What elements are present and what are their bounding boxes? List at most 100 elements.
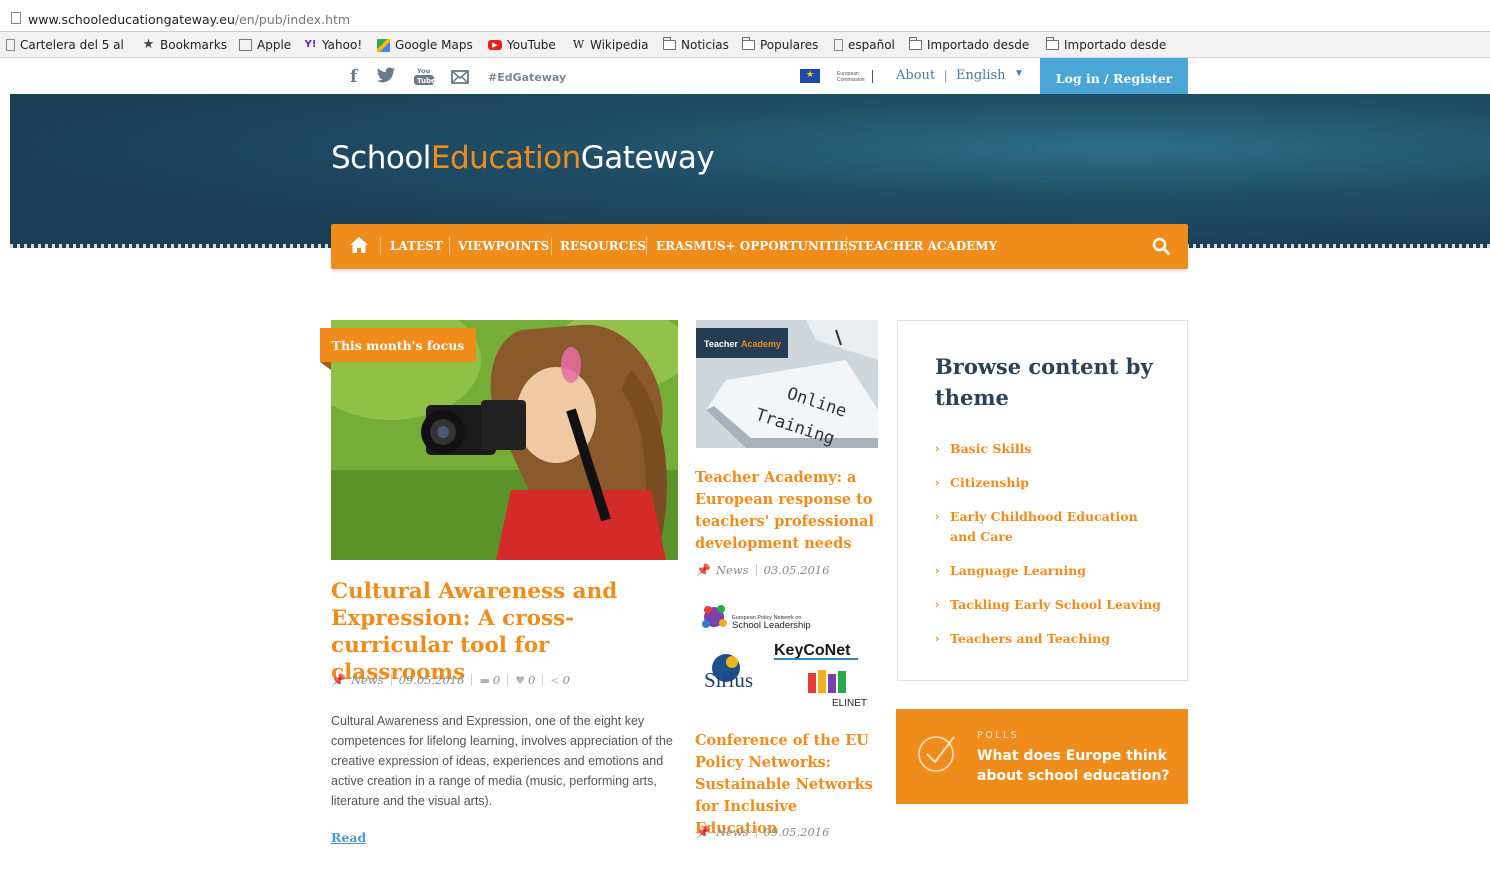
apple-page-icon [239,39,252,51]
address-bar[interactable]: www.schooleducationgateway.eu/en/pub/ind… [0,6,1490,30]
bookmark-item[interactable]: Google Maps [377,37,473,53]
mail-icon[interactable] [451,69,469,89]
polls-banner[interactable]: POLLS What does Europe think about schoo… [896,709,1188,804]
article-date: 09.05.2016 [763,825,830,839]
checkmark-circle-icon [916,732,958,774]
nav-viewpoints[interactable]: VIEWPOINTS [458,239,549,253]
theme-link-citizenship[interactable]: › Citizenship [935,473,1175,493]
bookmark-item[interactable]: español [834,37,895,53]
about-link[interactable]: About [896,68,935,83]
nav-resources[interactable]: RESOURCES [560,239,646,253]
divider [471,674,473,686]
featured-article-title[interactable]: Cultural Awareness and Expression: A cro… [331,578,676,686]
comment-icon[interactable]: ▬ [479,674,489,687]
bookmark-item[interactable]: Cartelera del 5 al [6,37,124,53]
chevron-right-icon: › [935,564,940,577]
bookmarks-bar: Cartelera del 5 al ★ Bookmarks Apple Y! … [0,32,1490,58]
article-title-teacher-academy[interactable]: Teacher Academy: a European response to … [695,467,880,555]
bookmark-item[interactable]: W Wikipedia [572,37,649,53]
bookmark-item[interactable]: Populares [741,37,818,53]
bookmark-item[interactable]: ▶ YouTube [488,37,556,53]
bookmark-item[interactable]: Apple [239,37,291,53]
keyboard-key-illustration: Online Training Teacher Academy [696,320,878,448]
search-icon[interactable] [1152,237,1170,255]
bookmark-item[interactable]: Importado desde [1046,37,1170,53]
pin-icon: 📌 [696,563,711,577]
theme-label: Basic Skills [950,441,1032,456]
folder-icon [909,37,922,50]
sirius-logo: Sirius [704,654,753,692]
pin-icon: 📌 [696,825,711,839]
svg-text:Tube: Tube [417,77,435,85]
share-icon[interactable]: < [550,674,559,687]
bookmark-label: Apple [257,38,292,52]
wikipedia-icon: W [572,38,585,51]
nav-erasmus-opportunities[interactable]: ERASMUS+ OPPORTUNITIES [656,239,857,253]
url-host: www.schooleducationgateway.eu [28,12,235,27]
share-count: 0 [562,673,570,687]
polls-question[interactable]: What does Europe think about school educ… [977,746,1177,786]
bookmark-label: Noticias [681,38,729,52]
twitter-icon[interactable] [376,67,396,89]
article-title-conference[interactable]: Conference of the EU Policy Networks: Su… [695,730,880,840]
caret-down-icon[interactable]: ▼ [1014,68,1024,79]
bookmark-item[interactable]: Importado desde [909,37,1033,53]
bookmark-label: Wikipedia [590,38,649,52]
article-category: News [715,825,749,839]
url-text[interactable]: www.schooleducationgateway.eu/en/pub/ind… [28,12,350,27]
hashtag-link[interactable]: #EdGateway [488,71,566,84]
folder-icon [662,37,676,50]
bookmark-item[interactable]: Y! Yahoo! [304,37,363,53]
google-maps-icon [377,38,390,52]
badge-teacher: Teacher [704,339,738,349]
article-meta: 📌 News 03.05.2016 [696,563,829,577]
article-category: News [350,673,384,687]
logo-part-school: School [331,140,431,176]
heart-icon[interactable]: ♥ [515,674,525,687]
youtube-icon[interactable]: You Tube [413,66,436,91]
epnosl-logo: European Policy Network on School Leader… [702,605,811,631]
logo-part-education: Education [430,140,581,176]
policy-network-logos[interactable]: European Policy Network on School Leader… [696,598,878,710]
keyconet-text: KeyCoNet [774,642,851,659]
pin-icon: 📌 [331,673,346,687]
bookmark-label: Bookmarks [160,38,228,52]
bookmark-label: español [848,38,895,52]
svg-text:You: You [416,67,431,75]
yahoo-icon: Y! [304,39,317,50]
nav-divider [646,237,647,255]
theme-label: Language Learning [950,563,1087,578]
facebook-icon[interactable]: f [350,67,357,87]
divider [755,564,757,576]
home-icon[interactable] [349,236,369,254]
nav-teacher-academy[interactable]: TEACHER ACADEMY [856,239,997,253]
polls-label: POLLS [977,730,1020,741]
elinet-text: ELINET [832,698,867,709]
login-register-button[interactable]: Log in / Register [1040,58,1188,98]
theme-link-early-childhood[interactable]: › Early Childhood Education and Care [935,507,1145,547]
nav-divider [449,237,450,255]
theme-link-teachers-teaching[interactable]: › Teachers and Teaching [935,629,1175,649]
read-more-link[interactable]: Read [331,830,366,845]
teacher-academy-image[interactable]: Online Training Teacher Academy [696,320,878,448]
sirius-text: Sirius [704,668,753,692]
theme-link-language-learning[interactable]: › Language Learning [935,561,1175,581]
bookmark-item[interactable]: ★ Bookmarks [142,37,227,53]
theme-link-basic-skills[interactable]: › Basic Skills [935,439,1175,459]
chevron-right-icon: › [935,632,940,645]
language-selector[interactable]: English [956,68,1006,83]
eu-flag-icon [800,69,820,83]
logo-part-gateway: Gateway [580,140,715,176]
site-logo[interactable]: SchoolEducationGateway [331,140,715,176]
chevron-right-icon: › [935,598,940,611]
ec-label: European Commission [837,71,865,83]
nav-divider [380,237,381,255]
theme-link-early-school-leaving[interactable]: › Tackling Early School Leaving [935,595,1175,615]
theme-label: Teachers and Teaching [950,631,1111,646]
article-date: 03.05.2016 [763,563,830,577]
bookmark-item[interactable]: Noticias [662,37,729,53]
bookmark-label: Importado desde [1064,38,1167,52]
nav-divider [846,237,847,255]
nav-latest[interactable]: LATEST [390,239,443,253]
theme-label: Early Childhood Education and Care [950,509,1138,544]
